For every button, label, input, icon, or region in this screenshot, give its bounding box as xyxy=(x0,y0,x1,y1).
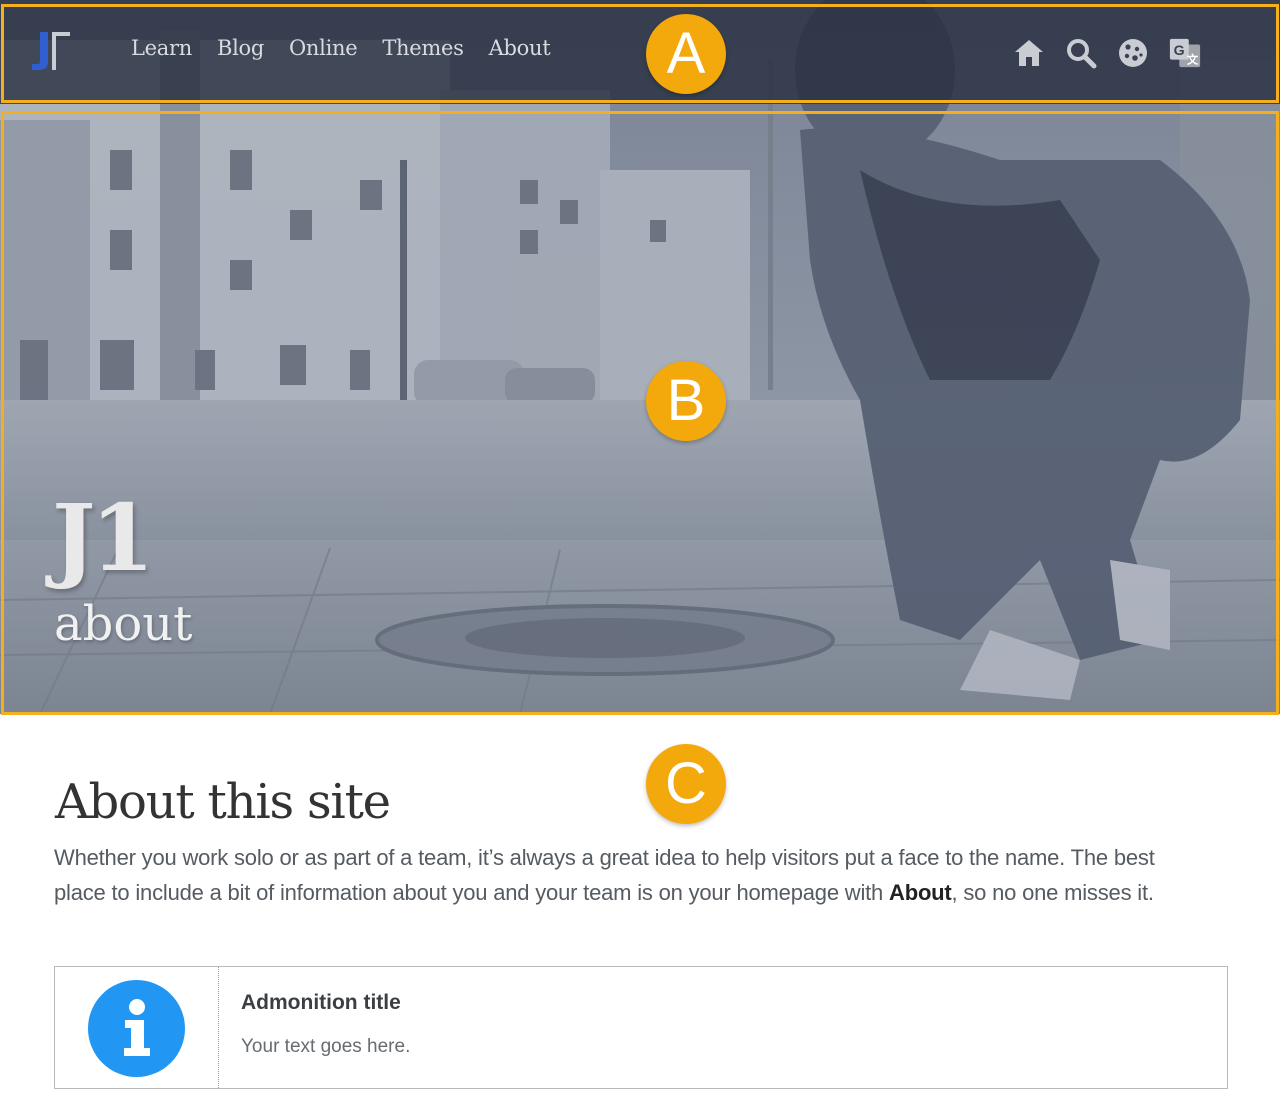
page-title: About this site xyxy=(55,774,391,830)
marker-b: B xyxy=(646,361,726,441)
header-icons: G 文 xyxy=(1012,36,1220,70)
banner-title: J1 xyxy=(52,484,155,592)
hero: Learn Blog Online Themes About G 文 J1 ab… xyxy=(0,0,1280,714)
nav-link-learn[interactable]: Learn xyxy=(131,36,192,60)
admonition-icon-cell xyxy=(55,967,219,1088)
marker-c: C xyxy=(646,744,726,824)
banner-tagline: about xyxy=(54,596,193,652)
svg-text:G: G xyxy=(1174,43,1185,59)
admonition-text: Your text goes here. xyxy=(241,1036,411,1057)
main-nav: Learn Blog Online Themes About xyxy=(131,36,575,60)
admonition-block: Admonition title Your text goes here. xyxy=(54,966,1228,1089)
header-navbar: Learn Blog Online Themes About G 文 xyxy=(0,0,1280,104)
svg-text:文: 文 xyxy=(1187,52,1199,66)
nav-link-themes[interactable]: Themes xyxy=(382,36,464,60)
admonition-title: Admonition title xyxy=(241,991,401,1014)
home-icon[interactable] xyxy=(1012,36,1046,70)
translate-icon[interactable]: G 文 xyxy=(1168,36,1202,70)
intro-paragraph: Whether you work solo or as part of a te… xyxy=(54,840,1194,910)
nav-link-about[interactable]: About xyxy=(489,36,551,60)
info-icon xyxy=(88,980,185,1077)
nav-link-online[interactable]: Online xyxy=(289,36,358,60)
search-icon[interactable] xyxy=(1064,36,1098,70)
intro-bold-about: About xyxy=(889,880,952,905)
marker-a: A xyxy=(646,14,726,94)
cookie-icon[interactable] xyxy=(1116,36,1150,70)
intro-text-end: , so no one misses it. xyxy=(951,880,1154,905)
j1-logo[interactable] xyxy=(26,28,74,74)
nav-link-blog[interactable]: Blog xyxy=(217,36,264,60)
